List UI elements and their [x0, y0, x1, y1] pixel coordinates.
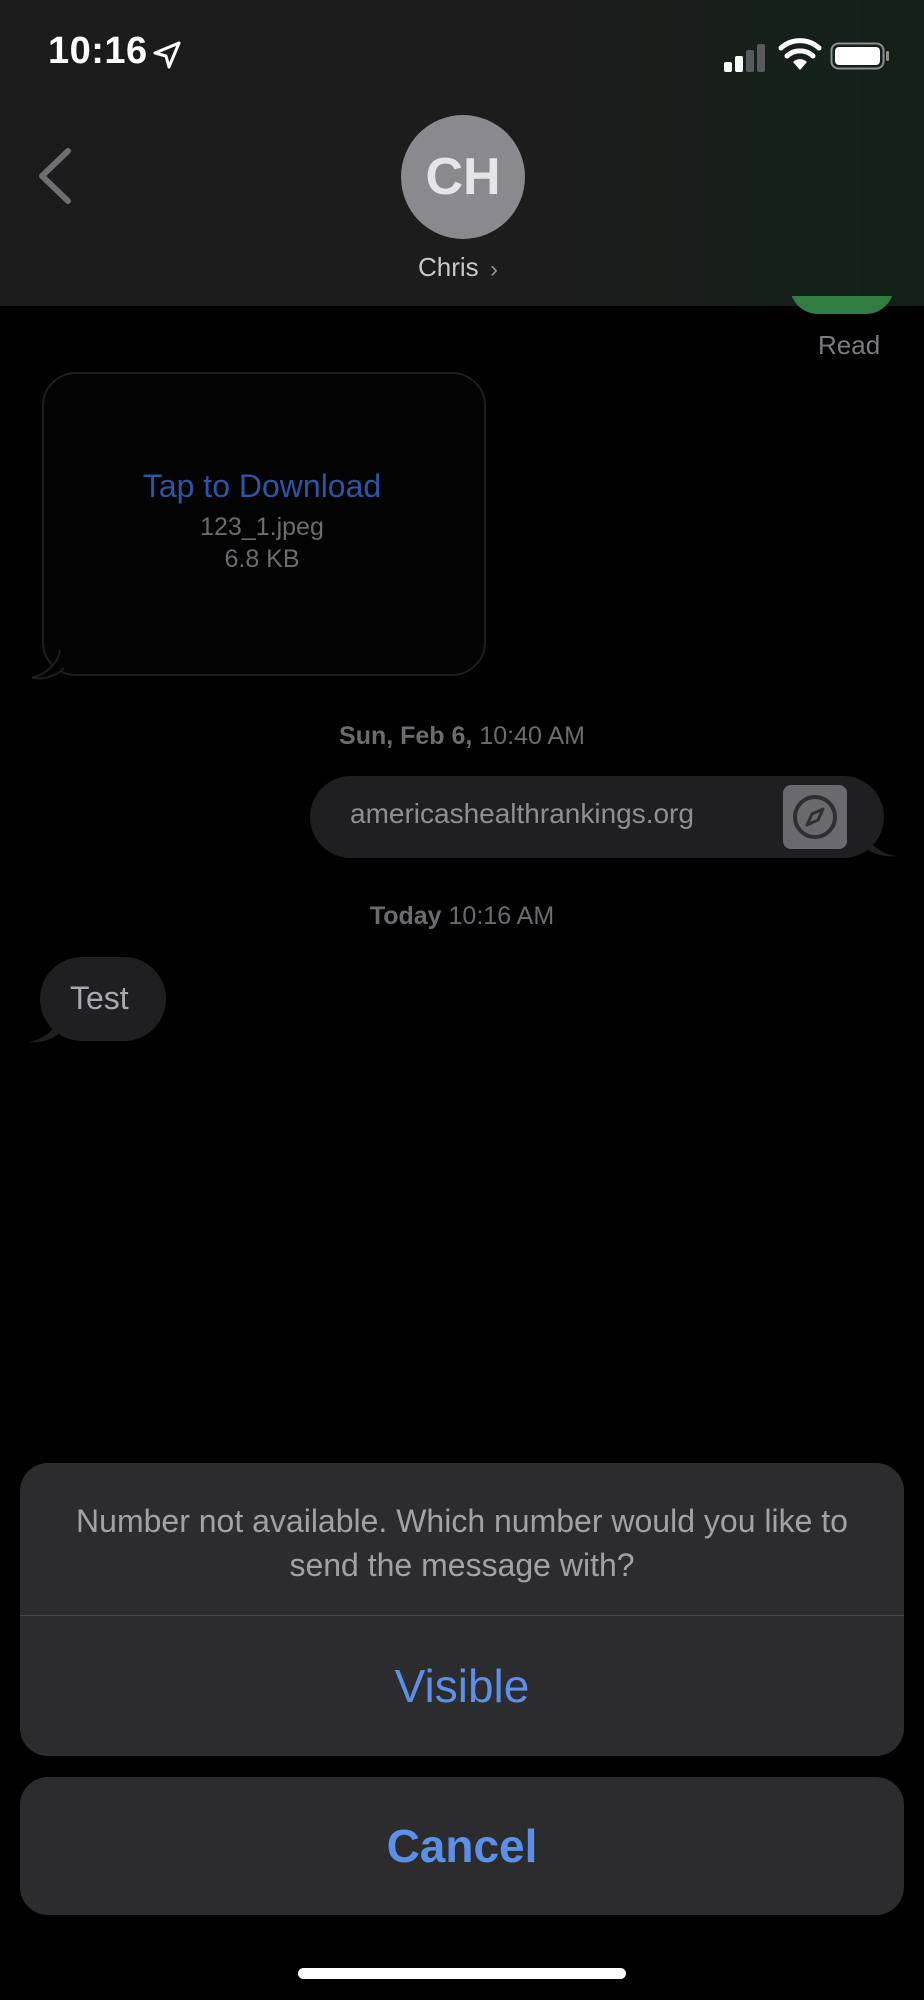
battery-icon [830, 42, 889, 70]
bubble-tail [862, 826, 896, 857]
message-timestamp: Sun, Feb 6, 10:40 AM [0, 722, 924, 751]
timestamp-day: Sun, Feb 6, [339, 722, 473, 750]
read-receipt: Read [818, 330, 881, 360]
bubble-tail [28, 1012, 62, 1043]
link-url[interactable]: americashealthrankings.org [350, 798, 694, 830]
location-arrow-icon [153, 41, 181, 69]
contact-avatar[interactable]: CH [401, 115, 525, 239]
action-sheet-message: Number not available. Which number would… [76, 1503, 848, 1583]
home-indicator[interactable] [298, 1968, 626, 1979]
status-time: 10:16 [48, 30, 148, 72]
message-timestamp: Today 10:16 AM [0, 902, 924, 931]
action-sheet: Number not available. Which number would… [20, 1463, 904, 1756]
outgoing-bubble-partial[interactable] [790, 296, 900, 314]
attachment-file-name: 123_1.jpeg [200, 513, 324, 541]
contact-name[interactable]: Chris [418, 252, 479, 283]
tap-to-download-link[interactable]: Tap to Download [42, 468, 482, 505]
wifi-icon [778, 38, 822, 70]
attachment-file-size: 6.8 KB [224, 545, 300, 573]
timestamp-time: 10:16 AM [448, 902, 555, 930]
safari-compass-icon[interactable] [783, 785, 847, 849]
chevron-right-icon: › [490, 256, 498, 283]
timestamp-time: 10:40 AM [479, 722, 585, 750]
timestamp-day: Today [369, 902, 442, 930]
visible-option-button[interactable]: Visible [20, 1616, 904, 1756]
bubble-tail [31, 650, 65, 680]
cellular-signal-icon [724, 44, 765, 72]
cancel-button[interactable]: Cancel [20, 1777, 904, 1915]
back-button[interactable] [30, 146, 80, 206]
incoming-message-text: Test [70, 980, 129, 1016]
